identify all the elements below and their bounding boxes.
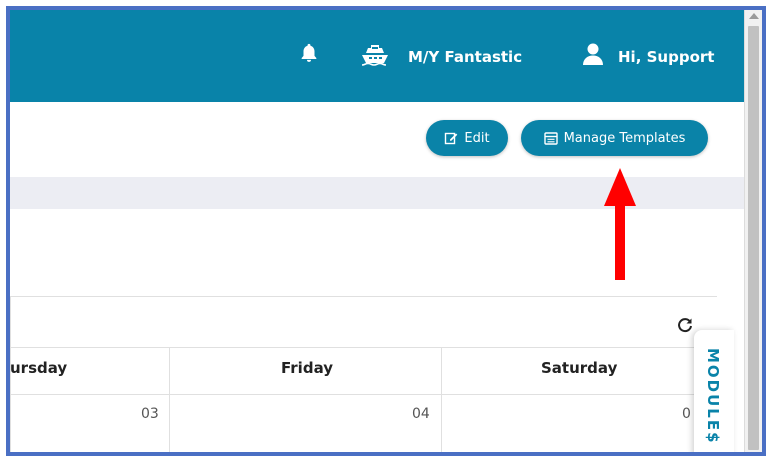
manage-templates-label: Manage Templates [563, 130, 686, 146]
calendar-icon [543, 132, 558, 145]
manage-templates-button[interactable]: Manage Templates [521, 120, 708, 156]
edit-icon [445, 132, 458, 145]
red-up-arrow-annotation [604, 168, 636, 280]
scrollbar-thumb[interactable] [748, 26, 759, 450]
modules-tab-label[interactable]: MODULE$ [704, 348, 722, 445]
bell-icon[interactable] [298, 42, 320, 64]
user-icon [583, 43, 603, 65]
date-cell-thursday[interactable]: 03 [141, 406, 159, 422]
day-header-thursday: ursday [10, 359, 68, 377]
vessel-name[interactable]: M/Y Fantastic [408, 48, 522, 66]
column-divider [441, 347, 442, 452]
date-cell-friday[interactable]: 04 [412, 406, 430, 422]
edit-button[interactable]: Edit [426, 120, 508, 156]
yacht-icon [361, 45, 388, 66]
day-header-friday: Friday [281, 359, 334, 377]
edit-button-label: Edit [464, 130, 490, 146]
column-divider [169, 347, 170, 452]
top-navigation-bar: M/Y Fantastic Hi, Support [10, 10, 744, 102]
user-greeting[interactable]: Hi, Support [618, 48, 714, 66]
vertical-scrollbar[interactable] [744, 10, 762, 452]
screenshot-frame: M/Y Fantastic Hi, Support Edit Manage Te… [6, 6, 766, 456]
scroll-up-arrow-icon[interactable] [749, 13, 759, 19]
refresh-icon[interactable] [675, 315, 695, 335]
day-header-saturday: Saturday [541, 359, 618, 377]
date-cell-saturday[interactable]: 0 [682, 406, 691, 422]
